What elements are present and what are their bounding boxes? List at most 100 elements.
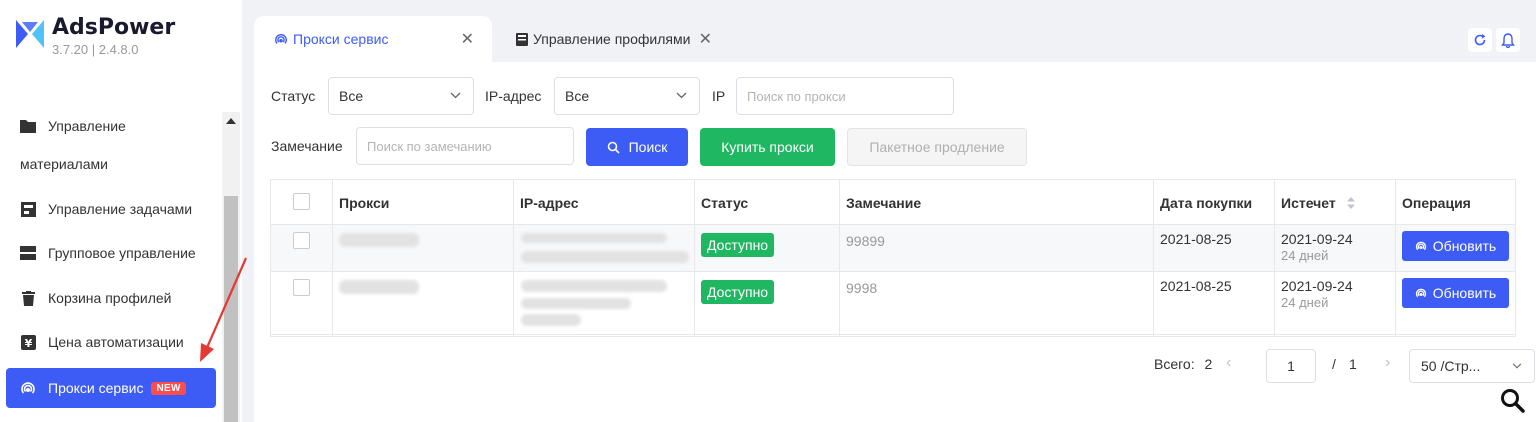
proxy-icon bbox=[1415, 241, 1426, 251]
close-icon[interactable]: ✕ bbox=[699, 29, 712, 49]
column-divider bbox=[839, 180, 840, 336]
refresh-icon bbox=[1474, 34, 1486, 46]
search-icon bbox=[607, 141, 620, 154]
tab-label: Управление профилями bbox=[533, 31, 691, 47]
ip-address-redacted bbox=[521, 314, 581, 326]
tab-profile-management[interactable]: Управление профилями ✕ bbox=[500, 16, 736, 62]
page-size-select[interactable]: 50 /Стр... bbox=[1409, 349, 1535, 383]
task-icon bbox=[20, 201, 36, 217]
sidebar-item-materials[interactable]: Управление bbox=[6, 106, 216, 146]
renew-button[interactable]: Обновить bbox=[1402, 231, 1509, 261]
app-name: AdsPower bbox=[52, 15, 176, 40]
column-divider bbox=[1395, 180, 1396, 336]
prev-page-icon[interactable]: ‹ bbox=[1226, 354, 1231, 372]
proxy-icon bbox=[274, 32, 288, 46]
ip-address-redacted bbox=[521, 233, 667, 243]
pagination-total: Всего: 2 bbox=[1154, 356, 1213, 372]
batch-renew-button-label: Пакетное продление bbox=[869, 139, 1005, 155]
chevron-down-icon bbox=[450, 92, 461, 99]
status-badge: Доступно bbox=[701, 233, 775, 257]
tab-bar: Прокси сервис ✕ Управление профилями ✕ bbox=[242, 0, 1536, 62]
column-divider bbox=[513, 180, 514, 336]
sidebar-scrollbar[interactable] bbox=[222, 112, 240, 422]
proxy-icon bbox=[1415, 288, 1426, 298]
zoom-search-icon[interactable] bbox=[1500, 388, 1526, 417]
ip-address-redacted bbox=[521, 280, 667, 292]
proxy-service-panel: Статус Все IP-адрес Все IP Замечание Пои… bbox=[254, 62, 1536, 422]
search-button-label: Поиск bbox=[628, 139, 668, 155]
proxy-icon bbox=[20, 380, 36, 396]
sidebar-item-tasks[interactable]: Управление задачами bbox=[6, 189, 216, 229]
column-divider bbox=[694, 180, 695, 336]
select-all-checkbox[interactable] bbox=[293, 193, 310, 210]
tab-label: Прокси сервис bbox=[293, 31, 389, 47]
refresh-page-button[interactable] bbox=[1468, 28, 1492, 52]
sidebar-item-groups[interactable]: Групповое управление bbox=[6, 233, 216, 273]
proxy-host-redacted bbox=[339, 280, 419, 294]
page-number-input[interactable] bbox=[1266, 349, 1316, 383]
ip-search-label: IP bbox=[712, 88, 726, 104]
column-header-status: Статус bbox=[701, 194, 749, 211]
column-divider bbox=[1153, 180, 1154, 336]
proxy-table: Прокси IP-адрес Статус Замечание Дата по… bbox=[270, 179, 1516, 337]
trash-icon bbox=[20, 290, 36, 306]
proxy-host-redacted bbox=[339, 233, 419, 247]
row-checkbox[interactable] bbox=[293, 279, 310, 296]
app-logo: AdsPower 3.7.20 | 2.4.8.0 bbox=[14, 16, 175, 57]
page-separator: / bbox=[1332, 356, 1336, 372]
column-header-ip: IP-адрес bbox=[520, 194, 579, 211]
chevron-down-icon bbox=[676, 92, 687, 99]
next-page-icon[interactable]: › bbox=[1385, 354, 1390, 372]
new-badge: NEW bbox=[151, 381, 186, 395]
renew-button[interactable]: Обновить bbox=[1402, 278, 1509, 308]
table-header: Прокси IP-адрес Статус Замечание Дата по… bbox=[271, 180, 1515, 225]
profile-icon bbox=[516, 32, 528, 46]
proxy-search-input[interactable] bbox=[736, 77, 954, 115]
scroll-up-arrow-icon[interactable] bbox=[226, 118, 236, 124]
sidebar-item-label: Управление задачами bbox=[48, 201, 193, 217]
status-badge: Доступно bbox=[701, 280, 775, 304]
table-row: Доступно 9998 2021-08-25 2021-09-24 24 д… bbox=[271, 272, 1515, 335]
tab-proxy-service[interactable]: Прокси сервис ✕ bbox=[254, 16, 492, 62]
folder-icon bbox=[20, 118, 36, 134]
expires-date-value: 2021-09-24 bbox=[1281, 231, 1353, 247]
bell-icon bbox=[1501, 32, 1515, 48]
sidebar-item-trash[interactable]: Корзина профилей bbox=[6, 278, 216, 318]
batch-renew-button[interactable]: Пакетное продление bbox=[847, 128, 1027, 166]
row-checkbox[interactable] bbox=[293, 232, 310, 249]
sidebar: AdsPower 3.7.20 | 2.4.8.0 Управление мат… bbox=[0, 0, 242, 422]
column-divider bbox=[332, 180, 333, 336]
status-select-value: Все bbox=[339, 88, 364, 104]
remark-label: Замечание bbox=[271, 138, 343, 154]
ip-address-redacted bbox=[521, 298, 631, 309]
column-header-expires[interactable]: Истечет bbox=[1275, 180, 1356, 225]
price-icon: ¥ bbox=[20, 334, 36, 350]
ip-type-label: IP-адрес bbox=[485, 88, 542, 104]
purchase-date-value: 2021-08-25 bbox=[1160, 278, 1232, 294]
scrollbar-thumb[interactable] bbox=[224, 196, 238, 422]
sidebar-item-label: Групповое управление bbox=[48, 245, 196, 261]
page-count: 1 bbox=[1349, 356, 1357, 372]
search-button[interactable]: Поиск bbox=[586, 128, 688, 166]
status-select[interactable]: Все bbox=[328, 77, 474, 115]
svg-text:¥: ¥ bbox=[24, 337, 32, 350]
sidebar-item-automation-price[interactable]: ¥ Цена автоматизации bbox=[6, 322, 216, 362]
sidebar-item-proxy-service[interactable]: Прокси сервис NEW bbox=[6, 368, 216, 408]
sort-icon[interactable] bbox=[1346, 196, 1356, 210]
days-left-value: 24 дней bbox=[1281, 295, 1329, 310]
sidebar-item-label: Цена автоматизации bbox=[48, 334, 184, 350]
notifications-button[interactable] bbox=[1496, 28, 1520, 52]
column-header-remark: Замечание bbox=[846, 194, 922, 211]
column-header-purchase-date: Дата покупки bbox=[1160, 194, 1253, 211]
column-header-operation: Операция bbox=[1402, 194, 1471, 211]
table-row: Доступно 99899 2021-08-25 2021-09-24 24 … bbox=[271, 225, 1515, 272]
remark-search-input[interactable] bbox=[356, 127, 574, 165]
sidebar-item-label-continued: материалами bbox=[20, 156, 108, 172]
purchase-date-value: 2021-08-25 bbox=[1160, 231, 1232, 247]
buy-proxy-button[interactable]: Купить прокси bbox=[700, 128, 835, 166]
close-icon[interactable]: ✕ bbox=[461, 29, 474, 49]
ip-type-select[interactable]: Все bbox=[554, 77, 700, 115]
group-icon bbox=[20, 245, 36, 261]
ip-type-select-value: Все bbox=[565, 88, 590, 104]
app-version: 3.7.20 | 2.4.8.0 bbox=[52, 42, 139, 57]
